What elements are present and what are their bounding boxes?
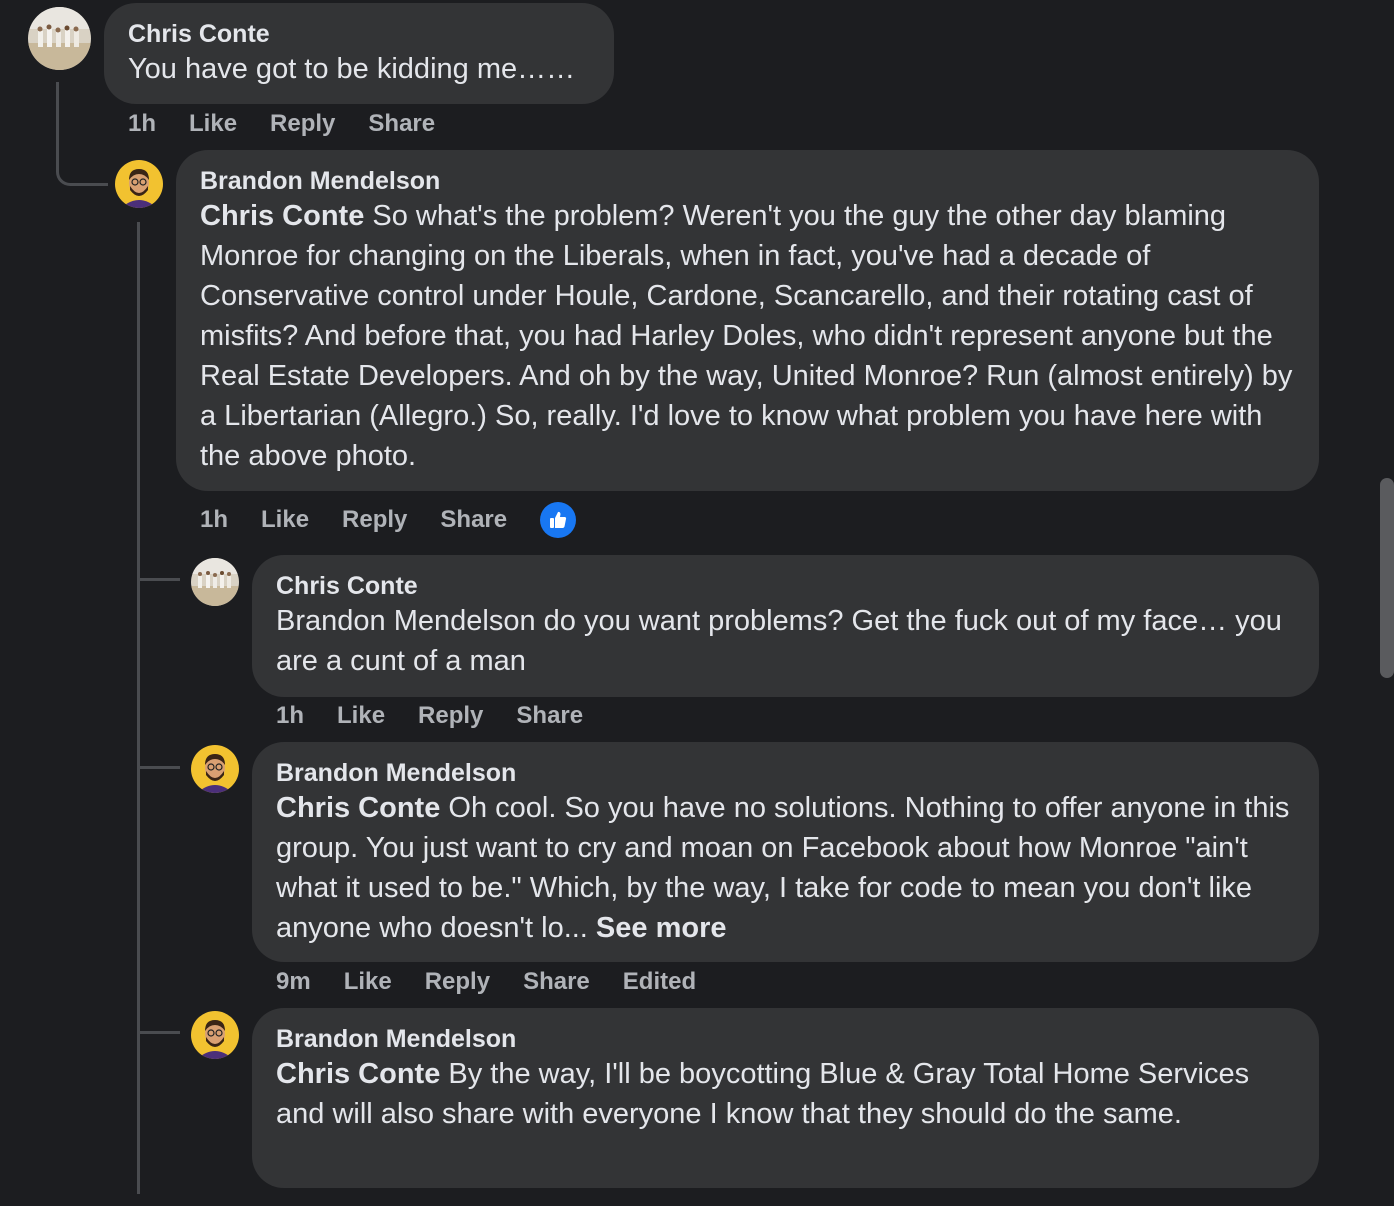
comment-body: So what's the problem? Weren't you the g… [200,200,1293,472]
comment-time[interactable]: 1h [276,702,304,730]
thread-connector-reply-1 [56,155,108,186]
comment-text: You have got to be kidding me…… [128,53,576,85]
thread-connector-reply-4 [140,1031,180,1034]
share-button[interactable]: Share [516,702,583,730]
comment-text: Chris Conte By the way, I'll be boycotti… [276,1054,1295,1134]
comment-author[interactable]: Chris Conte [276,571,1295,601]
like-button[interactable]: Like [344,968,392,996]
like-button[interactable]: Like [189,110,237,138]
comment-author[interactable]: Brandon Mendelson [200,166,1295,196]
see-more-link[interactable]: See more [596,912,727,944]
thread-line-root [56,82,59,162]
reply-button[interactable]: Reply [270,110,335,138]
thread-connector-reply-2 [140,578,180,581]
comment-text: Chris Conte So what's the problem? Weren… [200,196,1295,476]
avatar-chris-conte[interactable] [28,7,91,70]
comment-actions: 1h Like Reply Share [200,502,577,538]
comment-time[interactable]: 1h [128,110,156,138]
comment-bubble: Chris Conte You have got to be kidding m… [104,3,614,104]
thread-line-replies [137,222,140,1194]
avatar-brandon-mendelson[interactable] [191,745,239,793]
comment-actions: 9m Like Reply Share Edited [276,967,696,997]
comment-bubble: Brandon Mendelson Chris Conte So what's … [176,150,1319,491]
scrollbar-thumb[interactable] [1380,478,1394,678]
share-button[interactable]: Share [440,506,507,534]
like-button[interactable]: Like [337,702,385,730]
reply-button[interactable]: Reply [425,968,490,996]
avatar-brandon-mendelson[interactable] [115,160,163,208]
reply-button[interactable]: Reply [418,702,483,730]
share-button[interactable]: Share [523,968,590,996]
comment-author[interactable]: Brandon Mendelson [276,1024,1295,1054]
comment-bubble: Brandon Mendelson Chris Conte By the way… [252,1008,1319,1188]
avatar-brandon-mendelson[interactable] [191,1011,239,1059]
comment-bubble: Chris Conte Brandon Mendelson do you wan… [252,555,1319,697]
mention-link[interactable]: Chris Conte [276,792,440,824]
comment-text: Brandon Mendelson do you want problems? … [276,605,1282,677]
comment-actions: 1h Like Reply Share [128,109,435,139]
comment-author[interactable]: Brandon Mendelson [276,758,1295,788]
edited-label[interactable]: Edited [623,968,696,996]
reply-button[interactable]: Reply [342,506,407,534]
like-button[interactable]: Like [261,506,309,534]
avatar-chris-conte[interactable] [191,558,239,606]
comment-time[interactable]: 1h [200,506,228,534]
comment-actions: 1h Like Reply Share [276,701,583,731]
comment-time[interactable]: 9m [276,968,311,996]
comment-author[interactable]: Chris Conte [128,19,590,49]
thread-connector-reply-3 [140,766,180,769]
like-reaction-icon[interactable] [540,502,577,538]
mention-link[interactable]: Chris Conte [276,1058,440,1090]
share-button[interactable]: Share [368,110,435,138]
mention-link[interactable]: Chris Conte [200,200,364,232]
comment-text: Chris Conte Oh cool. So you have no solu… [276,788,1295,948]
comment-bubble: Brandon Mendelson Chris Conte Oh cool. S… [252,742,1319,962]
